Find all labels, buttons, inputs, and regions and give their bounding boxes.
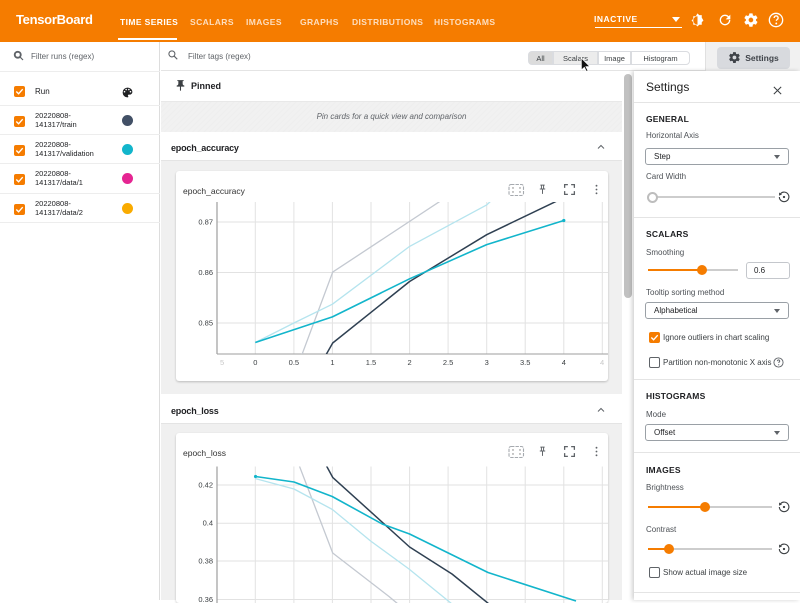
- svg-text:2.5: 2.5: [443, 358, 453, 367]
- svg-text:4: 4: [562, 358, 566, 367]
- svg-text:0.36: 0.36: [198, 595, 213, 603]
- svg-text:0.4: 0.4: [203, 519, 213, 528]
- svg-text:3: 3: [485, 358, 489, 367]
- svg-text:2: 2: [408, 358, 412, 367]
- svg-text:0.5: 0.5: [289, 358, 299, 367]
- svg-text:0.85: 0.85: [198, 319, 213, 328]
- svg-text:4: 4: [600, 358, 604, 367]
- svg-text:1.5: 1.5: [366, 358, 376, 367]
- svg-text:0.86: 0.86: [198, 268, 213, 277]
- svg-text:3.5: 3.5: [520, 358, 530, 367]
- svg-text:0.38: 0.38: [198, 557, 213, 566]
- svg-text:5: 5: [220, 358, 224, 367]
- svg-text:0.42: 0.42: [198, 481, 213, 490]
- svg-text:1: 1: [330, 358, 334, 367]
- svg-text:0.87: 0.87: [198, 218, 213, 227]
- svg-text:0: 0: [253, 358, 257, 367]
